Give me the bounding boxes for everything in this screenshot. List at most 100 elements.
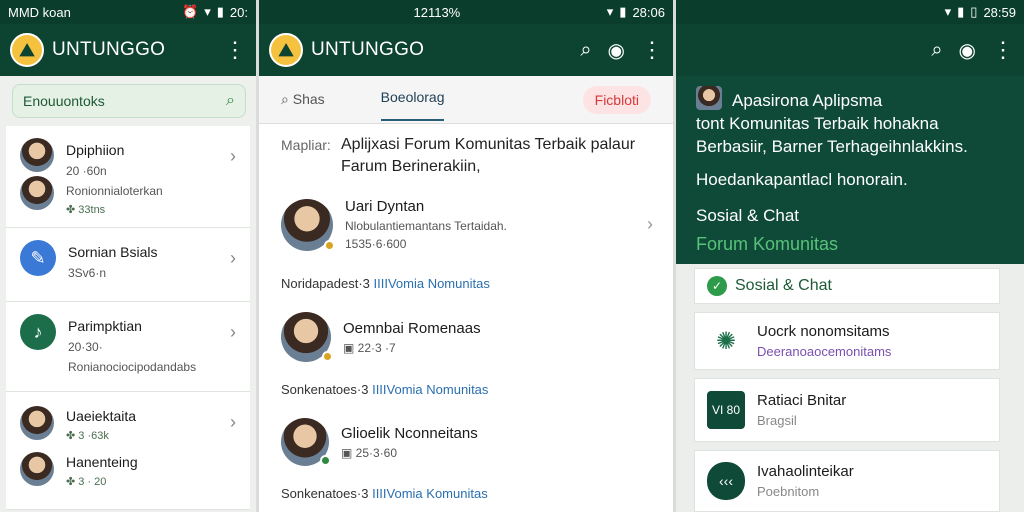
- item-name: Hanenteing: [66, 454, 138, 470]
- item-stat: ✤ 3 · 20: [66, 476, 107, 488]
- app-bar: ⌕ ◉ ⋮: [676, 24, 1024, 76]
- more-menu-icon[interactable]: ⋮: [641, 39, 663, 61]
- battery-icon: ▮: [619, 4, 627, 19]
- chevron-right-icon: ›: [230, 412, 236, 432]
- feed-desc: Nlobulantiemantans Tertaidah.: [345, 219, 507, 233]
- chevron-right-icon: ›: [230, 146, 236, 166]
- app-logo-icon: ⛰: [269, 33, 303, 67]
- feature-title: Ratiaci Bnitar: [757, 392, 847, 409]
- avatar: [281, 418, 331, 466]
- community-list: Dpiphiion 20 ·60n Ronionnialoterkan ✤ 33…: [6, 126, 250, 510]
- feed-stat: 25·3·60: [355, 445, 398, 460]
- feed-footer: Noridapadest·3 IIIIVomia Nomunitas: [281, 276, 490, 291]
- tab-active[interactable]: Boeolorag: [380, 89, 444, 121]
- feature-title: Uocrk nonomsitams: [757, 323, 890, 340]
- status-bar: 12113% ▾ ▮ 28:06: [259, 0, 673, 24]
- list-item[interactable]: ✎ Sornian Bsials 3Sv6·n ›: [6, 228, 250, 302]
- app-description-hero: Apasirona Aplipsma tont Komunitas Terbai…: [676, 76, 1024, 264]
- app-bar: ⛰ UNTUNGGO ⌕ ◉ ⋮: [259, 24, 673, 76]
- item-stat: 3Sv6·n: [68, 266, 107, 280]
- feature-title: Ivahaolinteikar: [757, 463, 854, 480]
- alarm-icon: ⏰: [182, 4, 199, 19]
- category-chip[interactable]: ✓ Sosial & Chat: [694, 268, 1000, 304]
- status-time: 28:06: [632, 4, 665, 20]
- three-screen-composite: MMD koan ⏰ ▾ ▮ 20: ⛰ UNTUNGGO ⋮ Enouuont…: [0, 0, 1024, 512]
- image-icon: ▣: [343, 340, 358, 355]
- chevron-right-icon: ›: [230, 322, 236, 342]
- app-title: UNTUNGGO: [52, 39, 166, 60]
- post-header: Mapliar: Aplijxasi Forum Komunitas Terba…: [281, 134, 653, 177]
- community-link[interactable]: IIIIVomia Komunitas: [372, 486, 488, 501]
- feed-stat: 22·3 ·7: [357, 340, 396, 355]
- more-menu-icon[interactable]: ⋮: [992, 39, 1014, 61]
- feed-author: Glioelik Nconneitans: [341, 424, 478, 442]
- search-bar[interactable]: Enouuontoks ⌕: [12, 84, 246, 118]
- search-text: Enouuontoks: [23, 93, 105, 109]
- feature-sub: Bragsil: [757, 413, 797, 428]
- screen-community-list: MMD koan ⏰ ▾ ▮ 20: ⛰ UNTUNGGO ⋮ Enouuont…: [0, 0, 256, 512]
- avatar: [20, 406, 54, 440]
- wifi-icon: ▾: [204, 4, 211, 19]
- avatar: [281, 312, 333, 362]
- chevron-right-icon: ›: [647, 214, 653, 234]
- battery-icon: ▯: [970, 4, 978, 19]
- feature-card[interactable]: VI 80 Ratiaci Bnitar Bragsil: [694, 378, 1000, 442]
- search-icon[interactable]: ⌕: [580, 39, 591, 62]
- community-link[interactable]: IIIIVomia Nomunitas: [372, 382, 488, 397]
- community-icon: ✺: [715, 327, 737, 355]
- status-bar: MMD koan ⏰ ▾ ▮ 20:: [0, 0, 256, 24]
- feed-item[interactable]: Uari Dyntan Nlobulantiemantans Tertaidah…: [281, 198, 653, 251]
- item-sub: Ronianociocipodandabs: [68, 360, 197, 374]
- tab-pill-button[interactable]: Ficbloti: [582, 85, 651, 114]
- hero-subtitle: Forum Komunitas: [696, 233, 839, 254]
- item-name: Uaeiektaita: [66, 408, 137, 424]
- status-time: 28:59: [983, 4, 1016, 20]
- image-icon: ▣: [341, 445, 356, 460]
- more-menu-icon[interactable]: ⋮: [224, 39, 246, 61]
- status-carrier: MMD koan: [8, 4, 71, 20]
- status-info: 12113%: [413, 4, 461, 20]
- status-bar: ▾ ▮ ▯ 28:59: [676, 0, 1024, 24]
- chat-bubbles-icon: ‹‹‹: [707, 462, 745, 500]
- screen-app-info: ▾ ▮ ▯ 28:59 ⌕ ◉ ⋮ Apasirona Aplipsma ton…: [676, 0, 1024, 512]
- hero-line-3: Berbasiir, Barner Terhageihnlakkins.: [696, 136, 968, 156]
- tab-search[interactable]: ⌕ Shas: [281, 91, 325, 108]
- signal-icon: ▮: [216, 4, 224, 19]
- search-icon[interactable]: ⌕: [931, 39, 942, 62]
- community-link[interactable]: IIIIVomia Nomunitas: [374, 276, 490, 291]
- feed-footer: Sonkenatoes·3 IIIIVomia Komunitas: [281, 486, 488, 501]
- notification-icon[interactable]: ◉: [959, 38, 976, 63]
- feature-card[interactable]: ✺ Uocrk nonomsitams Deeranoaocemonitams: [694, 312, 1000, 370]
- chevron-right-icon: ›: [230, 248, 236, 268]
- feed-item[interactable]: Oemnbai Romenaas ▣ 22·3 ·7: [281, 312, 653, 362]
- post-title: Aplijxasi Forum Komunitas Terbaik palaur…: [341, 136, 636, 175]
- avatar: [281, 198, 335, 251]
- post-label: Mapliar:: [281, 137, 331, 153]
- item-stat: 20 ·60n: [66, 164, 107, 178]
- avatar: [20, 138, 54, 172]
- music-note-icon: ♪: [20, 314, 56, 350]
- list-item[interactable]: Dpiphiion 20 ·60n Ronionnialoterkan ✤ 33…: [6, 126, 250, 228]
- feature-list: ✓ Sosial & Chat ✺ Uocrk nonomsitams Deer…: [694, 268, 1000, 512]
- feed-item[interactable]: Glioelik Nconneitans ▣ 25·3·60: [281, 418, 653, 466]
- chat-icon: ✓: [707, 276, 727, 296]
- feature-card[interactable]: ‹‹‹ Ivahaolinteikar Poebnitom: [694, 450, 1000, 512]
- notification-icon[interactable]: ◉: [608, 38, 625, 63]
- feature-sub: Poebnitom: [757, 484, 820, 499]
- chip-label: Sosial & Chat: [735, 277, 832, 294]
- item-name: Sornian Bsials: [68, 244, 158, 260]
- hero-line-1: Apasirona Aplipsma: [732, 91, 883, 110]
- search-icon[interactable]: ⌕: [226, 92, 235, 110]
- signal-icon: ▮: [957, 4, 965, 19]
- list-item[interactable]: Uaeiektaita ✤ 3 ·63k Hanenteing ✤ 3 · 20…: [6, 392, 250, 510]
- avatar: [20, 176, 54, 210]
- feed-footer: Sonkenatoes·3 IIIIVomia Nomunitas: [281, 382, 489, 397]
- item-stat: 20·30·: [68, 340, 103, 354]
- avatar: [20, 452, 54, 486]
- hero-line-2: tont Komunitas Terbaik hohakna: [696, 113, 939, 133]
- item-name: Parimpktian: [68, 318, 142, 334]
- list-item[interactable]: ♪ Parimpktian 20·30· Ronianociocipodanda…: [6, 302, 250, 392]
- tab-bar: ⌕ Shas Boeolorag Ficbloti: [259, 76, 673, 124]
- app-bar: ⛰ UNTUNGGO ⋮: [0, 24, 256, 76]
- item-sub: Ronionnialoterkan: [66, 184, 163, 198]
